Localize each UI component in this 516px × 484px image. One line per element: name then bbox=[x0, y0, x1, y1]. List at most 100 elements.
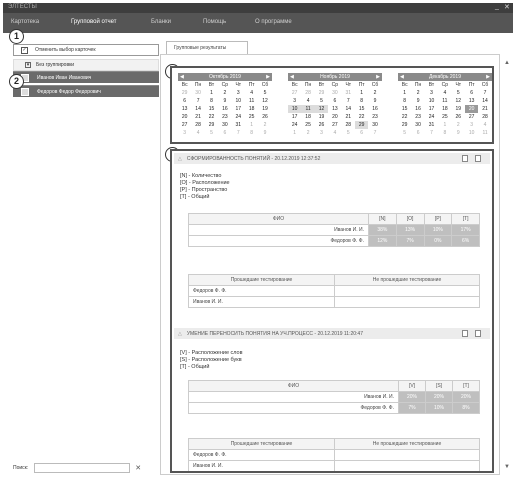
calendar-day[interactable]: 30 bbox=[328, 89, 341, 97]
calendar-day[interactable]: 27 bbox=[328, 121, 341, 129]
calendar-day[interactable]: 7 bbox=[368, 129, 381, 137]
calendar-day[interactable]: 1 bbox=[245, 121, 258, 129]
calendar-day[interactable]: 15 bbox=[398, 105, 411, 113]
calendar-day[interactable]: 11 bbox=[245, 97, 258, 105]
calendar-day[interactable]: 16 bbox=[411, 105, 424, 113]
minimize-button[interactable]: _ bbox=[495, 3, 499, 10]
calendar-day[interactable]: 4 bbox=[438, 89, 451, 97]
calendar-day[interactable]: 19 bbox=[452, 105, 465, 113]
calendar-day[interactable]: 31 bbox=[342, 89, 355, 97]
calendar-day[interactable]: 27 bbox=[178, 121, 191, 129]
calendar-day[interactable]: 10 bbox=[288, 105, 302, 113]
calendar-day[interactable]: 21 bbox=[478, 105, 491, 113]
calendar-day[interactable]: 29 bbox=[315, 89, 328, 97]
calendar-day[interactable]: 8 bbox=[355, 97, 368, 105]
calendar-day[interactable]: 3 bbox=[425, 89, 438, 97]
tab-group-results[interactable]: Групповые результаты bbox=[166, 41, 248, 54]
calendar-day[interactable]: 23 bbox=[218, 113, 231, 121]
calendar-day[interactable]: 20 bbox=[464, 105, 479, 113]
calendar-day[interactable]: 21 bbox=[342, 113, 355, 121]
calendar-day[interactable]: 12 bbox=[452, 97, 465, 105]
calendar-day[interactable]: 26 bbox=[258, 113, 271, 121]
calendar-day[interactable]: 12 bbox=[314, 105, 329, 113]
calendar-day[interactable]: 20 bbox=[178, 113, 191, 121]
calendar-day[interactable]: 6 bbox=[465, 89, 478, 97]
calendar-day[interactable]: 19 bbox=[315, 113, 328, 121]
calendar-day[interactable]: 1 bbox=[288, 129, 301, 137]
clear-search-icon[interactable]: ✕ bbox=[135, 464, 141, 472]
search-input[interactable] bbox=[34, 463, 131, 473]
calendar-day[interactable]: 9 bbox=[368, 97, 381, 105]
calendar-day[interactable]: 25 bbox=[438, 113, 451, 121]
scroll-up-icon[interactable]: ▲ bbox=[504, 60, 510, 66]
calendar-day[interactable]: 2 bbox=[452, 121, 465, 129]
collapse-triangle-icon[interactable]: △ bbox=[178, 331, 182, 337]
calendar-day[interactable]: 9 bbox=[258, 129, 271, 137]
calendar-day[interactable]: 27 bbox=[465, 113, 478, 121]
calendar-day[interactable]: 2 bbox=[258, 121, 271, 129]
calendar-day[interactable]: 15 bbox=[205, 105, 218, 113]
calendar-day[interactable]: 6 bbox=[355, 129, 368, 137]
calendar-day[interactable]: 1 bbox=[355, 89, 368, 97]
calendar-day[interactable]: 11 bbox=[478, 129, 491, 137]
prev-month-icon[interactable]: ◀ bbox=[180, 74, 184, 80]
calendar-day[interactable]: 13 bbox=[328, 105, 341, 113]
calendar-day[interactable]: 16 bbox=[368, 105, 381, 113]
calendar-day[interactable]: 12 bbox=[258, 97, 271, 105]
calendar-day[interactable]: 14 bbox=[342, 105, 355, 113]
calendar-day[interactable]: 30 bbox=[191, 89, 204, 97]
calendar-day[interactable]: 4 bbox=[301, 97, 314, 105]
calendar-day[interactable]: 26 bbox=[315, 121, 328, 129]
menu-group-report[interactable]: Групповой отчет bbox=[71, 19, 116, 25]
calendar-day[interactable]: 2 bbox=[218, 89, 231, 97]
calendar-day[interactable]: 10 bbox=[465, 129, 478, 137]
calendar-day[interactable]: 8 bbox=[398, 97, 411, 105]
calendar-day[interactable]: 3 bbox=[465, 121, 478, 129]
calendar-day[interactable]: 3 bbox=[232, 89, 245, 97]
calendar-day[interactable]: 31 bbox=[232, 121, 245, 129]
card-item[interactable]: Федоров Федор Федорович bbox=[13, 85, 159, 97]
calendar-day[interactable]: 14 bbox=[191, 105, 204, 113]
calendar-day[interactable]: 8 bbox=[245, 129, 258, 137]
calendar-day[interactable]: 4 bbox=[191, 129, 204, 137]
calendar-day[interactable]: 23 bbox=[368, 113, 381, 121]
calendar-day[interactable]: 7 bbox=[232, 129, 245, 137]
calendar-day[interactable]: 25 bbox=[301, 121, 314, 129]
calendar-day[interactable]: 30 bbox=[218, 121, 231, 129]
calendar-day[interactable]: 24 bbox=[288, 121, 301, 129]
calendar-day[interactable]: 28 bbox=[191, 121, 204, 129]
calendar-day[interactable]: 4 bbox=[328, 129, 341, 137]
calendar-day[interactable]: 6 bbox=[411, 129, 424, 137]
calendar-day[interactable]: 5 bbox=[258, 89, 271, 97]
calendar-day[interactable]: 17 bbox=[232, 105, 245, 113]
next-month-icon[interactable]: ▶ bbox=[266, 74, 270, 80]
calendar-day[interactable]: 13 bbox=[178, 105, 191, 113]
calendar-day[interactable]: 21 bbox=[191, 113, 204, 121]
calendar-day[interactable]: 29 bbox=[178, 89, 191, 97]
menu-help[interactable]: Помощь bbox=[203, 19, 226, 25]
scrollbar[interactable]: ▲ ▼ bbox=[502, 60, 512, 472]
calendar-day[interactable]: 11 bbox=[438, 97, 451, 105]
prev-month-icon[interactable]: ◀ bbox=[290, 74, 294, 80]
grouping-select[interactable]: ▾ Без группировки bbox=[13, 59, 159, 71]
calendar-day[interactable]: 7 bbox=[478, 89, 491, 97]
calendar-day[interactable]: 18 bbox=[301, 113, 314, 121]
calendar-day[interactable]: 6 bbox=[178, 97, 191, 105]
next-month-icon[interactable]: ▶ bbox=[376, 74, 380, 80]
calendar-day[interactable]: 3 bbox=[178, 129, 191, 137]
print-icon[interactable] bbox=[462, 155, 468, 162]
calendar-day[interactable]: 9 bbox=[452, 129, 465, 137]
calendar-day[interactable]: 14 bbox=[478, 97, 491, 105]
calendar-day[interactable]: 2 bbox=[368, 89, 381, 97]
calendar-day[interactable]: 27 bbox=[288, 89, 301, 97]
calendar-day[interactable]: 4 bbox=[478, 121, 491, 129]
calendar-day[interactable]: 24 bbox=[232, 113, 245, 121]
cancel-selection-button[interactable]: ✓ Отменить выбор карточек bbox=[13, 44, 159, 56]
calendar-day[interactable]: 5 bbox=[205, 129, 218, 137]
calendar-day[interactable]: 19 bbox=[258, 105, 271, 113]
next-month-icon[interactable]: ▶ bbox=[486, 74, 490, 80]
calendar-day[interactable]: 1 bbox=[398, 89, 411, 97]
calendar-day[interactable]: 6 bbox=[218, 129, 231, 137]
calendar-day[interactable]: 3 bbox=[288, 97, 301, 105]
calendar-day[interactable]: 1 bbox=[438, 121, 451, 129]
